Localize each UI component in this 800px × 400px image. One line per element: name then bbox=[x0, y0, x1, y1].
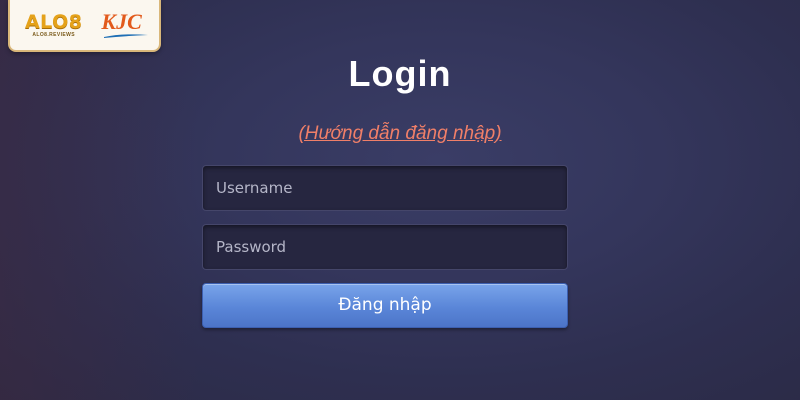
page-title: Login bbox=[348, 53, 452, 94]
password-input[interactable] bbox=[202, 224, 568, 270]
kjc-logo-text: KJC bbox=[101, 9, 142, 34]
kjc-logo: KJC bbox=[101, 7, 153, 43]
login-guide-link[interactable]: (Hướng dẫn đăng nhập) bbox=[0, 122, 800, 146]
alo8-logo-text: ALO8 bbox=[24, 10, 83, 33]
alo8-logo: ALO8 ALO8.REVIEWS bbox=[16, 12, 91, 39]
login-button[interactable]: Đăng nhập bbox=[202, 283, 568, 328]
alo8-logo-subtext: ALO8.REVIEWS bbox=[32, 31, 75, 38]
brand-logo: ALO8 ALO8.REVIEWS KJC bbox=[8, 0, 161, 52]
username-input[interactable] bbox=[202, 165, 568, 211]
kjc-swoosh-icon bbox=[104, 34, 149, 38]
